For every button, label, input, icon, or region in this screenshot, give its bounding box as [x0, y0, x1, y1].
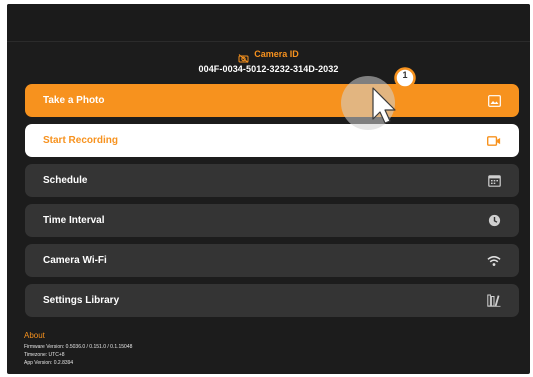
about-title: About: [24, 331, 45, 340]
about-section: About Firmware Version: 0.5036.0 / 0.151…: [24, 331, 132, 367]
take-photo-button[interactable]: Take a Photo: [25, 84, 519, 117]
pointer-step-badge: 1: [402, 70, 408, 80]
time-interval-label: Time Interval: [43, 215, 105, 226]
time-interval-button[interactable]: Time Interval: [25, 204, 519, 237]
firmware-version: Firmware Version: 0.5036.0 / 0.151.0 / 0…: [24, 344, 133, 350]
calendar-icon: [487, 174, 501, 188]
schedule-label: Schedule: [43, 175, 88, 186]
tutorial-pointer: 1: [340, 66, 417, 132]
image-icon: [487, 94, 501, 108]
settings-library-button[interactable]: Settings Library: [25, 284, 519, 317]
wifi-icon: [487, 254, 501, 268]
camera-id-value: 004F-0034-5012-3232-314D-2032: [198, 64, 339, 74]
video-camera-icon: [487, 134, 501, 148]
start-recording-label: Start Recording: [43, 135, 119, 146]
settings-library-label: Settings Library: [43, 295, 120, 306]
camera-id-label: Camera ID: [254, 49, 299, 59]
library-icon: [487, 294, 501, 308]
app-screen: Camera ID 004F-0034-5012-3232-314D-2032 …: [7, 4, 530, 374]
camera-header: Camera ID 004F-0034-5012-3232-314D-2032: [7, 48, 530, 74]
clock-icon: [487, 214, 501, 228]
timezone: Timezone: UTC+8: [24, 352, 65, 358]
start-recording-button[interactable]: Start Recording: [25, 124, 519, 157]
camera-wifi-label: Camera Wi-Fi: [43, 255, 107, 266]
schedule-button[interactable]: Schedule: [25, 164, 519, 197]
camera-id-row: Camera ID: [7, 48, 530, 63]
camera-off-icon: [238, 50, 249, 63]
camera-wifi-button[interactable]: Camera Wi-Fi: [25, 244, 519, 277]
app-version: App Version: 0.2.8394: [24, 360, 74, 366]
top-bar: [7, 4, 530, 42]
take-photo-label: Take a Photo: [43, 95, 105, 106]
